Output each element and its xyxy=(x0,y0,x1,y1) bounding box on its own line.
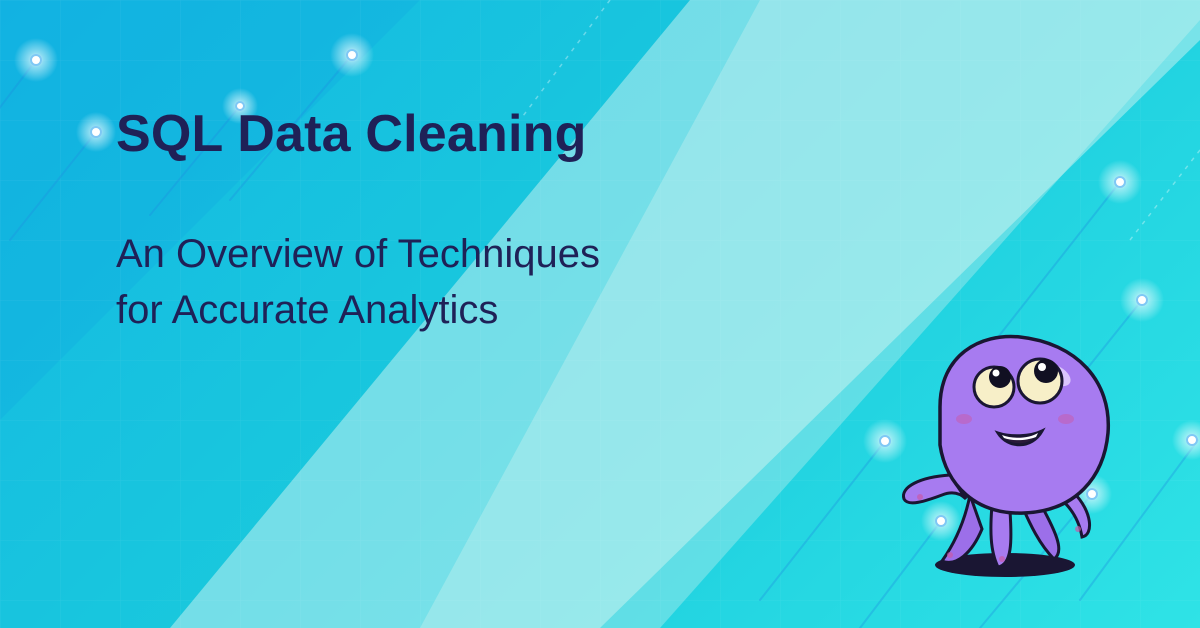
subtitle-line-1: An Overview of Techniques xyxy=(116,232,600,276)
banner-subtitle: An Overview of Techniques for Accurate A… xyxy=(116,226,600,338)
octopus-mascot-icon xyxy=(902,334,1110,577)
hero-banner: SQL Data Cleaning An Overview of Techniq… xyxy=(0,0,1200,628)
banner-title: SQL Data Cleaning xyxy=(116,105,587,163)
subtitle-line-2: for Accurate Analytics xyxy=(116,288,499,332)
